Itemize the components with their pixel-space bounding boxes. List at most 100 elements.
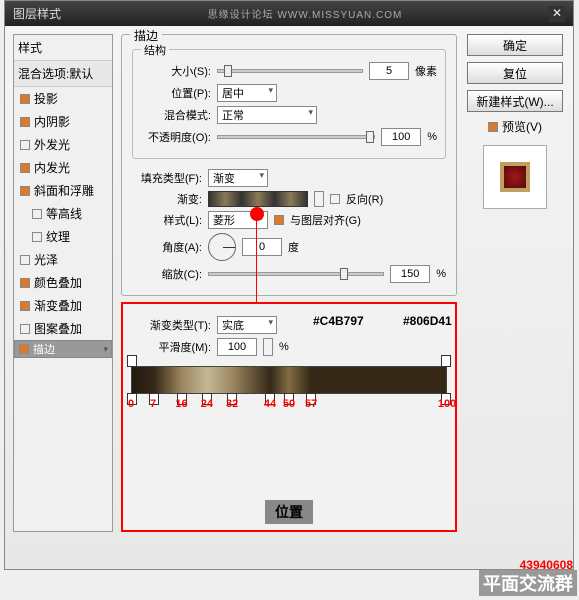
checkbox-icon[interactable] [20,255,30,265]
stop-value: 100 [438,398,456,410]
scale-slider[interactable] [208,272,384,276]
angle-label: 角度(A): [132,239,202,255]
position-label: 位置(P): [141,85,211,101]
sidebar-item-label: 等高线 [46,205,82,222]
sidebar-item-label: 图案叠加 [34,320,82,337]
stroke-group: 描边 结构 大小(S): 像素 位置(P): 居中 混合模式: [121,34,457,296]
sidebar-item-内阴影[interactable]: 内阴影 [14,110,112,133]
checkbox-icon[interactable] [19,344,29,354]
sidebar-item-label: 渐变叠加 [34,297,82,314]
filltype-select[interactable]: 渐变 [208,169,268,187]
preview-label: 预览(V) [502,118,542,135]
gem-icon [500,162,530,192]
stop-value: 16 [175,398,187,410]
gradient-bar[interactable] [131,366,447,394]
checkbox-icon[interactable] [20,278,30,288]
sidebar-item-光泽[interactable]: 光泽 [14,248,112,271]
align-label: 与图层对齐(G) [290,212,361,228]
style-label: 样式(L): [132,212,202,228]
sidebar-item-label: 光泽 [34,251,58,268]
checkbox-icon[interactable] [32,232,42,242]
reverse-checkbox[interactable] [330,194,340,204]
checkbox-icon[interactable] [20,163,30,173]
sidebar-sub[interactable]: 混合选项:默认 [14,61,112,87]
scale-unit: % [436,268,446,280]
sidebar-item-颜色叠加[interactable]: 颜色叠加 [14,271,112,294]
smooth-input[interactable] [217,338,257,356]
newstyle-button[interactable]: 新建样式(W)... [467,90,563,112]
sidebar-item-图案叠加[interactable]: 图案叠加 [14,317,112,340]
sidebar-item-描边[interactable]: 描边 [14,340,112,358]
stop-value: 24 [201,398,213,410]
gradtype-label: 渐变类型(T): [131,317,211,333]
ok-button[interactable]: 确定 [467,34,563,56]
size-label: 大小(S): [141,63,211,79]
size-slider[interactable] [217,69,363,73]
preview-checkbox[interactable] [488,122,498,132]
checkbox-icon[interactable] [20,324,30,334]
scale-input[interactable] [390,265,430,283]
gradient-picker-arrow[interactable] [314,191,324,207]
size-input[interactable] [369,62,409,80]
struct-title: 结构 [141,42,169,58]
position-select[interactable]: 居中 [217,84,277,102]
sidebar-header: 样式 [14,35,112,61]
checkbox-icon[interactable] [20,301,30,311]
sidebar-item-label: 外发光 [34,136,70,153]
watermark-group: 平面交流群 [479,570,577,596]
scale-label: 缩放(C): [132,266,202,282]
checkbox-icon[interactable] [20,94,30,104]
stop-value: 50 [283,398,295,410]
annotation-dot [250,207,264,221]
blend-select[interactable]: 正常 [217,106,317,124]
gradient-preview[interactable] [208,191,308,207]
sidebar-item-内发光[interactable]: 内发光 [14,156,112,179]
sidebar-item-label: 描边 [33,341,55,357]
stop-value: 57 [305,398,317,410]
stop-value: 7 [150,398,156,410]
sidebar-item-等高线[interactable]: 等高线 [14,202,112,225]
sidebar-item-斜面和浮雕[interactable]: 斜面和浮雕 [14,179,112,202]
hex2-label: #806D41 [403,314,452,328]
size-unit: 像素 [415,63,437,79]
cancel-button[interactable]: 复位 [467,62,563,84]
blend-label: 混合模式: [141,107,211,123]
hex1-label: #C4B797 [313,314,364,328]
sidebar-item-label: 投影 [34,90,58,107]
stop-value: 44 [264,398,276,410]
angle-wheel[interactable] [208,233,236,261]
sidebar-item-渐变叠加[interactable]: 渐变叠加 [14,294,112,317]
stop-value: 0 [128,398,134,410]
brand-text: 思缘设计论坛 WWW.MISSYUAN.COM [208,6,403,21]
smooth-stepper[interactable] [263,338,273,356]
smooth-unit: % [279,341,289,353]
sidebar-item-label: 斜面和浮雕 [34,182,94,199]
close-icon[interactable]: ✕ [549,6,565,22]
opacity-input[interactable] [381,128,421,146]
gradtype-select[interactable]: 实底 [217,316,277,334]
checkbox-icon[interactable] [20,140,30,150]
sidebar-item-外发光[interactable]: 外发光 [14,133,112,156]
sidebar-item-label: 内发光 [34,159,70,176]
sidebar-item-投影[interactable]: 投影 [14,87,112,110]
angle-unit: 度 [288,239,299,255]
angle-input[interactable] [242,238,282,256]
sidebar-item-纹理[interactable]: 纹理 [14,225,112,248]
checkbox-icon[interactable] [32,209,42,219]
sidebar-item-label: 颜色叠加 [34,274,82,291]
opacity-slider[interactable] [217,135,375,139]
gradient-editor: 渐变类型(T): 实底 #C4B797 #806D41 平滑度(M): % 07… [121,302,457,532]
position-annotation: 位置 [265,500,313,524]
checkbox-icon[interactable] [20,117,30,127]
opacity-stop[interactable] [127,355,137,367]
align-checkbox[interactable] [274,215,284,225]
reverse-label: 反向(R) [346,191,383,207]
stop-value: 32 [226,398,238,410]
opacity-stop[interactable] [441,355,451,367]
checkbox-icon[interactable] [20,186,30,196]
sidebar: 样式 混合选项:默认 投影内阴影外发光内发光斜面和浮雕等高线纹理光泽颜色叠加渐变… [13,34,113,532]
filltype-label: 填充类型(F): [132,170,202,186]
dialog-title: 图层样式 [13,5,61,22]
titlebar: 图层样式 思缘设计论坛 WWW.MISSYUAN.COM ✕ [5,1,573,26]
opacity-unit: % [427,131,437,143]
